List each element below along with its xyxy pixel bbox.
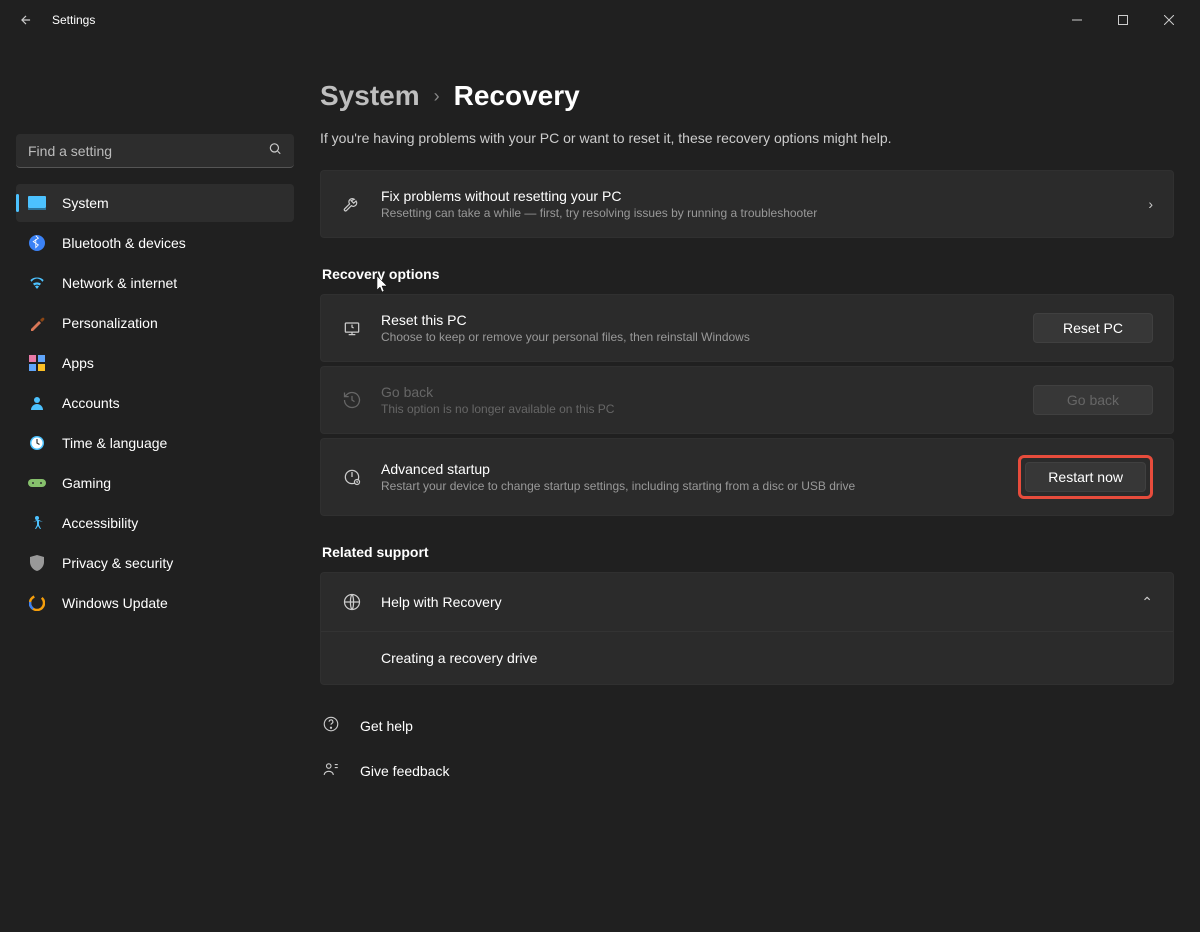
sidebar-item-label: Accounts bbox=[62, 395, 120, 411]
gaming-icon bbox=[28, 474, 46, 492]
sidebar: System Bluetooth & devices Network & int… bbox=[0, 40, 310, 932]
link-label: Get help bbox=[360, 718, 413, 734]
sidebar-item-label: Time & language bbox=[62, 435, 167, 451]
reset-icon bbox=[341, 317, 363, 339]
restart-now-button[interactable]: Restart now bbox=[1025, 462, 1146, 492]
section-related-support: Related support bbox=[322, 544, 1174, 560]
chevron-right-icon: › bbox=[1148, 196, 1153, 212]
maximize-button[interactable] bbox=[1100, 4, 1146, 36]
reset-pc-button[interactable]: Reset PC bbox=[1033, 313, 1153, 343]
help-item-recovery-drive[interactable]: Creating a recovery drive bbox=[321, 631, 1173, 684]
close-button[interactable] bbox=[1146, 4, 1192, 36]
card-desc: Restart your device to change startup se… bbox=[381, 479, 1000, 493]
accounts-icon bbox=[28, 394, 46, 412]
sidebar-item-label: Personalization bbox=[62, 315, 158, 331]
breadcrumb-current: Recovery bbox=[454, 80, 580, 112]
window-title: Settings bbox=[52, 13, 95, 27]
personalization-icon bbox=[28, 314, 46, 332]
sidebar-item-label: System bbox=[62, 195, 109, 211]
advanced-startup-card: Advanced startup Restart your device to … bbox=[320, 438, 1174, 516]
feedback-icon bbox=[322, 760, 342, 781]
help-card-header[interactable]: Help with Recovery ⌃ bbox=[321, 573, 1173, 631]
sidebar-item-label: Privacy & security bbox=[62, 555, 173, 571]
card-title: Reset this PC bbox=[381, 312, 1015, 328]
card-desc: Choose to keep or remove your personal f… bbox=[381, 330, 1015, 344]
sidebar-item-privacy[interactable]: Privacy & security bbox=[16, 544, 294, 582]
sidebar-item-apps[interactable]: Apps bbox=[16, 344, 294, 382]
breadcrumb-parent[interactable]: System bbox=[320, 80, 420, 112]
system-icon bbox=[28, 194, 46, 212]
sidebar-item-label: Gaming bbox=[62, 475, 111, 491]
minimize-button[interactable] bbox=[1054, 4, 1100, 36]
clock-icon bbox=[28, 434, 46, 452]
main-content: System › Recovery If you're having probl… bbox=[310, 40, 1200, 932]
titlebar: Settings bbox=[0, 0, 1200, 40]
fix-problems-card[interactable]: Fix problems without resetting your PC R… bbox=[320, 170, 1174, 238]
search-input[interactable] bbox=[16, 134, 294, 168]
link-label: Give feedback bbox=[360, 763, 450, 779]
section-recovery-options: Recovery options bbox=[322, 266, 1174, 282]
globe-icon bbox=[341, 591, 363, 613]
update-icon bbox=[28, 594, 46, 612]
help-with-recovery-card: Help with Recovery ⌃ Creating a recovery… bbox=[320, 572, 1174, 685]
go-back-card: Go back This option is no longer availab… bbox=[320, 366, 1174, 434]
sidebar-item-system[interactable]: System bbox=[16, 184, 294, 222]
card-title: Advanced startup bbox=[381, 461, 1000, 477]
sidebar-item-bluetooth[interactable]: Bluetooth & devices bbox=[16, 224, 294, 262]
highlight-annotation: Restart now bbox=[1018, 455, 1153, 499]
give-feedback-link[interactable]: Give feedback bbox=[320, 752, 1174, 789]
sidebar-item-time[interactable]: Time & language bbox=[16, 424, 294, 462]
bluetooth-icon bbox=[28, 234, 46, 252]
reset-pc-card: Reset this PC Choose to keep or remove y… bbox=[320, 294, 1174, 362]
chevron-right-icon: › bbox=[434, 86, 440, 107]
search-icon bbox=[268, 142, 282, 161]
card-desc: Resetting can take a while — first, try … bbox=[381, 206, 1130, 220]
card-title: Fix problems without resetting your PC bbox=[381, 188, 1130, 204]
back-button[interactable] bbox=[16, 10, 36, 30]
apps-icon bbox=[28, 354, 46, 372]
shield-icon bbox=[28, 554, 46, 572]
get-help-link[interactable]: Get help bbox=[320, 707, 1174, 744]
power-settings-icon bbox=[341, 466, 363, 488]
card-title: Help with Recovery bbox=[381, 594, 1123, 610]
breadcrumb: System › Recovery bbox=[320, 80, 1174, 112]
sidebar-item-label: Network & internet bbox=[62, 275, 177, 291]
sidebar-item-personalization[interactable]: Personalization bbox=[16, 304, 294, 342]
card-title: Go back bbox=[381, 384, 1015, 400]
sidebar-item-network[interactable]: Network & internet bbox=[16, 264, 294, 302]
sidebar-item-label: Accessibility bbox=[62, 515, 138, 531]
sidebar-item-accounts[interactable]: Accounts bbox=[16, 384, 294, 422]
history-icon bbox=[341, 389, 363, 411]
sidebar-item-label: Windows Update bbox=[62, 595, 168, 611]
wifi-icon bbox=[28, 274, 46, 292]
accessibility-icon bbox=[28, 514, 46, 532]
card-desc: This option is no longer available on th… bbox=[381, 402, 1015, 416]
page-subtitle: If you're having problems with your PC o… bbox=[320, 130, 1174, 146]
help-icon bbox=[322, 715, 342, 736]
sidebar-item-label: Apps bbox=[62, 355, 94, 371]
go-back-button: Go back bbox=[1033, 385, 1153, 415]
chevron-up-icon: ⌃ bbox=[1141, 594, 1153, 611]
wrench-icon bbox=[341, 193, 363, 215]
sidebar-item-gaming[interactable]: Gaming bbox=[16, 464, 294, 502]
sidebar-item-accessibility[interactable]: Accessibility bbox=[16, 504, 294, 542]
sidebar-item-label: Bluetooth & devices bbox=[62, 235, 186, 251]
sidebar-item-update[interactable]: Windows Update bbox=[16, 584, 294, 622]
